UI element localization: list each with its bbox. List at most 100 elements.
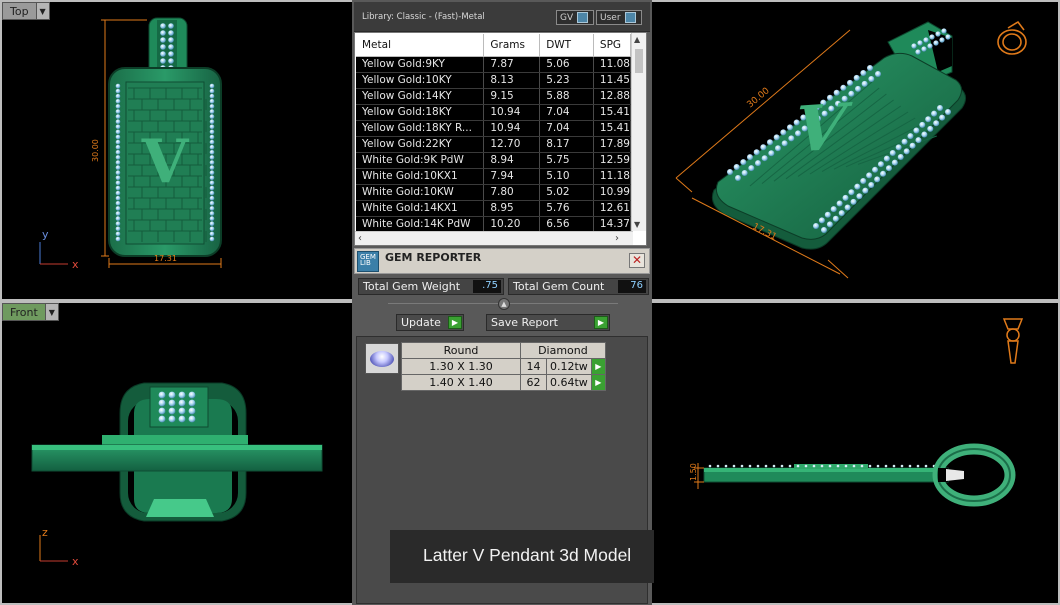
gemstone [780, 464, 784, 468]
table-row[interactable]: White Gold:14K PdW 10.20 6.56 14.37 [356, 216, 632, 233]
library-title: Library: Classic - (Fast)-Metal [362, 12, 485, 22]
scroll-left-icon[interactable]: ‹ [358, 233, 362, 244]
gemstone [925, 116, 932, 123]
spg-cell: 11.08 [593, 56, 632, 73]
gemstone [209, 236, 215, 242]
chevron-down-icon[interactable]: ▼ [44, 304, 58, 320]
gemstone [911, 43, 917, 49]
table-row[interactable]: White Gold:14KX1 8.95 5.76 12.61 [356, 200, 632, 217]
gemstone [927, 125, 934, 132]
table-row[interactable]: Yellow Gold:9KY 7.87 5.06 11.08 [356, 56, 632, 73]
gemstone [168, 415, 176, 423]
grams-cell: 10.94 [483, 120, 541, 137]
gemstone [115, 124, 121, 130]
viewport-top[interactable]: V 30.00 17.31 y x Top ▼ [2, 2, 352, 299]
metal-library-table-panel[interactable]: Metal Grams DWT SPG Yellow Gold:9KY 7.87 5… [354, 32, 647, 246]
gemstone [178, 407, 186, 415]
gemstone [168, 391, 176, 399]
gemstone [115, 236, 121, 242]
gemstone [826, 221, 833, 228]
gemstone [115, 129, 121, 135]
column-header-dwt[interactable]: DWT [539, 34, 594, 57]
gemstone [115, 83, 121, 89]
ring-view-icon[interactable] [997, 20, 1027, 55]
grams-cell: 8.94 [483, 152, 541, 169]
gemstone [741, 170, 748, 177]
gemstone [209, 190, 215, 196]
gem-row[interactable]: 1.40 X 1.40 62 0.64tw ▶ [401, 374, 606, 391]
dwt-cell: 5.06 [539, 56, 594, 73]
play-arrow-icon[interactable]: ▶ [590, 374, 606, 391]
round-diamond-thumbnail[interactable] [365, 343, 399, 374]
viewport-front-menu[interactable]: Front ▼ [2, 303, 59, 321]
table-row[interactable]: Yellow Gold:14KY 9.15 5.88 12.88 [356, 88, 632, 105]
gemstone [209, 180, 215, 186]
scroll-thumb[interactable] [635, 49, 643, 73]
gemstone [115, 93, 121, 99]
close-icon[interactable]: ✕ [629, 253, 645, 268]
scroll-down-icon[interactable]: ▼ [634, 220, 640, 229]
scroll-up-icon[interactable]: ▲ [634, 35, 640, 44]
grams-cell: 10.94 [483, 104, 541, 121]
gem-row[interactable]: 1.30 X 1.30 14 0.12tw ▶ [401, 358, 606, 375]
top-dim-height: 30.00 [91, 139, 100, 162]
column-header-spg[interactable]: SPG [593, 34, 632, 57]
column-header-metal[interactable]: Metal [356, 34, 485, 57]
vertical-scrollbar[interactable]: ▲ ▼ [631, 33, 646, 231]
gemstone [900, 464, 904, 468]
gemstone [844, 464, 848, 468]
table-row[interactable]: Yellow Gold:10KY 8.13 5.23 11.45 [356, 72, 632, 89]
gemstone [188, 399, 196, 407]
table-row[interactable]: Yellow Gold:18KY 10.94 7.04 15.41 [356, 104, 632, 121]
metal-cell: White Gold:14KX1 [356, 200, 485, 217]
table-row[interactable]: Yellow Gold:18KY R... 10.94 7.04 15.41 [356, 120, 632, 137]
table-row[interactable]: White Gold:10KX1 7.94 5.10 11.18 [356, 168, 632, 185]
gemstone [877, 161, 884, 168]
scroll-right-icon[interactable]: › [615, 233, 619, 244]
gemstone [907, 133, 914, 140]
gemstone [115, 226, 121, 232]
gemstone [115, 134, 121, 140]
metal-cell: White Gold:14K PdW [356, 216, 485, 233]
grams-cell: 7.94 [483, 168, 541, 185]
update-button[interactable]: Update ▶ [396, 314, 464, 331]
front-axis-z: z [42, 526, 48, 539]
gemstone [115, 119, 121, 124]
user-toggle[interactable]: User [596, 10, 642, 25]
gemstone [866, 172, 873, 179]
viewport-front-label: Front [10, 306, 38, 319]
spg-cell: 12.88 [593, 88, 632, 105]
gemstone [115, 99, 121, 104]
gemstone [209, 155, 215, 160]
grams-cell: 8.95 [483, 200, 541, 217]
gv-toggle[interactable]: GV [556, 10, 594, 25]
gemstone [884, 464, 888, 468]
gemstone [818, 217, 825, 224]
viewport-top-menu[interactable]: Top ▼ [2, 2, 50, 20]
table-row[interactable]: White Gold:9K PdW 8.94 5.75 12.59 [356, 152, 632, 169]
table-row[interactable]: White Gold:10KW 7.80 5.02 10.99 [356, 184, 632, 201]
viewport-front[interactable]: z x Front ▼ [2, 303, 352, 603]
gemstone [209, 211, 215, 216]
gemstone [115, 139, 121, 145]
gemstone [830, 206, 837, 213]
pendant-view-icon[interactable] [1002, 318, 1024, 364]
chevron-down-icon[interactable]: ▼ [35, 3, 49, 19]
gemstone [160, 58, 166, 64]
viewport-perspective[interactable]: V 30.00 17.31 [652, 2, 1058, 299]
gemstone [931, 110, 938, 117]
gemstone [209, 231, 215, 237]
gemstone [115, 170, 121, 175]
save-report-button[interactable]: Save Report ▶ [486, 314, 610, 331]
table-row[interactable]: Yellow Gold:22KY 12.70 8.17 17.89 [356, 136, 632, 153]
gemstone [209, 201, 215, 206]
horizontal-scrollbar[interactable]: ‹ › [355, 231, 633, 245]
gemstone [820, 464, 824, 468]
play-arrow-icon[interactable]: ▶ [590, 358, 606, 375]
viewport-right[interactable]: 1.50 [652, 303, 1058, 603]
gemstone [848, 189, 855, 196]
column-header-grams[interactable]: Grams [483, 34, 541, 57]
metal-cell: White Gold:9K PdW [356, 152, 485, 169]
collapse-handle-icon[interactable]: ▲ [498, 298, 510, 310]
gemstone [209, 83, 215, 89]
